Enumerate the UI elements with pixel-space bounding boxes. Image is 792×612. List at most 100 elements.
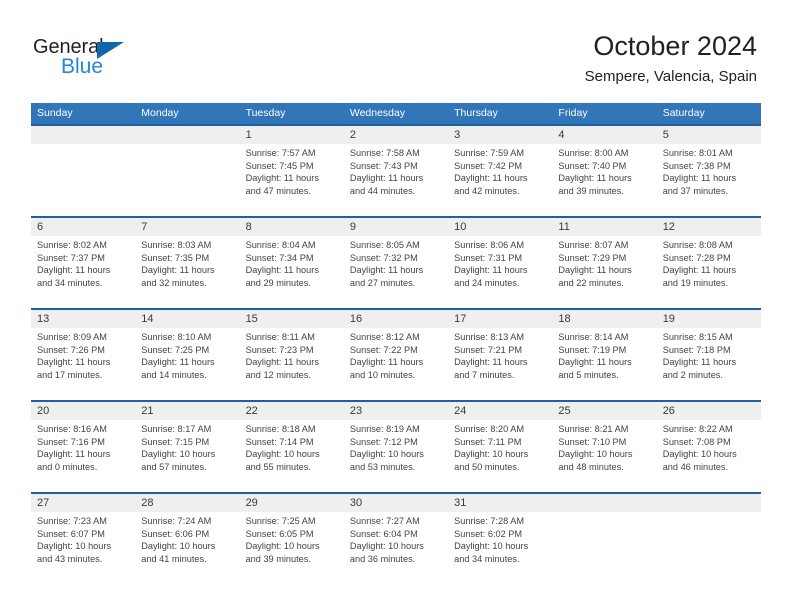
sunrise-text: Sunrise: 8:01 AM [662, 148, 733, 158]
sunset-text: Sunset: 7:40 PM [558, 160, 627, 171]
daylight-text-line2: and 24 minutes. [454, 277, 520, 288]
day-cell[interactable]: 3 Sunrise: 7:59 AM Sunset: 7:42 PM Dayli… [448, 126, 552, 216]
day-cell[interactable]: 12 Sunrise: 8:08 AM Sunset: 7:28 PM Dayl… [657, 218, 761, 308]
page-header: General Blue October 2024 Sempere, Valen… [0, 0, 792, 100]
daylight-text-line1: Daylight: 11 hours [662, 173, 737, 184]
day-cell[interactable]: 24 Sunrise: 8:20 AM Sunset: 7:11 PM Dayl… [448, 402, 552, 492]
sunrise-text: Sunrise: 8:09 AM [37, 332, 107, 342]
day-cell[interactable]: 31 Sunrise: 7:28 AM Sunset: 6:02 PM Dayl… [448, 494, 552, 584]
daylight-text-line1: Daylight: 11 hours [662, 357, 737, 368]
daylight-text-line2: and 7 minutes. [454, 369, 515, 380]
day-number: 30 [349, 497, 363, 509]
day-cell[interactable]: 25 Sunrise: 8:21 AM Sunset: 7:10 PM Dayl… [552, 402, 656, 492]
day-cell[interactable]: 11 Sunrise: 8:07 AM Sunset: 7:29 PM Dayl… [552, 218, 656, 308]
daylight-text-line1: Daylight: 11 hours [141, 357, 215, 368]
day-cell[interactable]: 29 Sunrise: 7:25 AM Sunset: 6:05 PM Dayl… [240, 494, 344, 584]
page-title: October 2024 [593, 31, 757, 61]
day-details: Sunrise: 8:12 AM Sunset: 7:22 PM Dayligh… [350, 331, 448, 381]
day-details: Sunrise: 8:13 AM Sunset: 7:21 PM Dayligh… [454, 331, 552, 381]
day-cell[interactable]: 7 Sunrise: 8:03 AM Sunset: 7:35 PM Dayli… [135, 218, 239, 308]
weekday-header-tuesday: Tuesday [245, 107, 286, 119]
day-cell[interactable]: 22 Sunrise: 8:18 AM Sunset: 7:14 PM Dayl… [240, 402, 344, 492]
sunset-text: Sunset: 6:02 PM [454, 528, 523, 539]
sunset-text: Sunset: 7:22 PM [349, 344, 418, 355]
daylight-text-line1: Daylight: 11 hours [662, 265, 737, 276]
title-block: October 2024 Sempere, Valencia, Spain [585, 30, 757, 86]
sunrise-text: Sunrise: 8:14 AM [558, 332, 629, 342]
day-cell[interactable]: 21 Sunrise: 8:17 AM Sunset: 7:15 PM Dayl… [135, 402, 239, 492]
sunset-text: Sunset: 7:12 PM [349, 436, 418, 447]
sunrise-text: Sunrise: 8:13 AM [454, 332, 525, 342]
day-cell[interactable]: 17 Sunrise: 8:13 AM Sunset: 7:21 PM Dayl… [448, 310, 552, 400]
day-cell[interactable]: 4 Sunrise: 8:00 AM Sunset: 7:40 PM Dayli… [552, 126, 656, 216]
day-cell[interactable]: 6 Sunrise: 8:02 AM Sunset: 7:37 PM Dayli… [31, 218, 135, 308]
day-cell[interactable]: 10 Sunrise: 8:06 AM Sunset: 7:31 PM Dayl… [448, 218, 552, 308]
day-details: Sunrise: 8:01 AM Sunset: 7:38 PM Dayligh… [663, 147, 761, 197]
week-row: 6 Sunrise: 8:02 AM Sunset: 7:37 PM Dayli… [31, 216, 761, 308]
sunrise-text: Sunrise: 7:23 AM [37, 516, 107, 526]
daylight-text-line1: Daylight: 10 hours [37, 541, 112, 552]
day-cell[interactable]: 30 Sunrise: 7:27 AM Sunset: 6:04 PM Dayl… [344, 494, 448, 584]
weekday-header-thursday: Thursday [454, 107, 498, 119]
day-cell[interactable]: 13 Sunrise: 8:09 AM Sunset: 7:26 PM Dayl… [31, 310, 135, 400]
daylight-text-line2: and 19 minutes. [662, 277, 729, 288]
weekday-header-friday: Friday [558, 107, 588, 119]
day-number: 21 [141, 405, 154, 417]
day-number: 16 [349, 313, 363, 325]
day-cell-empty [657, 494, 761, 584]
day-cell[interactable]: 19 Sunrise: 8:15 AM Sunset: 7:18 PM Dayl… [657, 310, 761, 400]
daylight-text-line2: and 27 minutes. [349, 277, 416, 288]
sunrise-text: Sunrise: 7:57 AM [245, 148, 316, 158]
daylight-text-line2: and 0 minutes. [37, 461, 98, 472]
day-cell[interactable]: 28 Sunrise: 7:24 AM Sunset: 6:06 PM Dayl… [135, 494, 239, 584]
day-cell[interactable]: 15 Sunrise: 8:11 AM Sunset: 7:23 PM Dayl… [240, 310, 344, 400]
day-cell[interactable]: 20 Sunrise: 8:16 AM Sunset: 7:16 PM Dayl… [31, 402, 135, 492]
day-details: Sunrise: 8:10 AM Sunset: 7:25 PM Dayligh… [141, 331, 239, 381]
day-cell[interactable]: 14 Sunrise: 8:10 AM Sunset: 7:25 PM Dayl… [135, 310, 239, 400]
day-number: 28 [141, 497, 154, 509]
sunset-text: Sunset: 6:05 PM [245, 528, 314, 539]
day-details: Sunrise: 8:21 AM Sunset: 7:10 PM Dayligh… [558, 423, 656, 473]
day-cell[interactable]: 26 Sunrise: 8:22 AM Sunset: 7:08 PM Dayl… [657, 402, 761, 492]
day-cell[interactable]: 5 Sunrise: 8:01 AM Sunset: 7:38 PM Dayli… [657, 126, 761, 216]
day-number: 20 [37, 405, 50, 417]
sunset-text: Sunset: 7:21 PM [454, 344, 523, 355]
sunset-text: Sunset: 6:06 PM [141, 528, 210, 539]
sunrise-text: Sunrise: 8:04 AM [245, 240, 316, 250]
day-cell[interactable]: 9 Sunrise: 8:05 AM Sunset: 7:32 PM Dayli… [344, 218, 448, 308]
day-cell[interactable]: 16 Sunrise: 8:12 AM Sunset: 7:22 PM Dayl… [344, 310, 448, 400]
day-number: 25 [558, 405, 571, 417]
sunset-text: Sunset: 7:16 PM [37, 436, 105, 447]
daylight-text-line2: and 42 minutes. [454, 185, 520, 196]
day-cell[interactable]: 1 Sunrise: 7:57 AM Sunset: 7:45 PM Dayli… [240, 126, 344, 216]
daylight-text-line2: and 34 minutes. [37, 277, 103, 288]
day-number: 19 [662, 313, 675, 325]
day-number: 29 [245, 497, 258, 509]
daylight-text-line2: and 34 minutes. [454, 553, 520, 564]
daylight-text-line2: and 37 minutes. [662, 185, 729, 196]
sunrise-text: Sunrise: 8:20 AM [454, 424, 525, 434]
daylight-text-line2: and 55 minutes. [245, 461, 311, 472]
day-details: Sunrise: 8:20 AM Sunset: 7:11 PM Dayligh… [454, 423, 552, 473]
day-cell[interactable]: 23 Sunrise: 8:19 AM Sunset: 7:12 PM Dayl… [344, 402, 448, 492]
daylight-text-line1: Daylight: 11 hours [37, 449, 111, 460]
general-blue-logo[interactable]: General Blue [33, 36, 153, 82]
daylight-text-line1: Daylight: 11 hours [558, 265, 632, 276]
sunrise-text: Sunrise: 7:59 AM [454, 148, 525, 158]
day-cell[interactable]: 2 Sunrise: 7:58 AM Sunset: 7:43 PM Dayli… [344, 126, 448, 216]
sunset-text: Sunset: 7:19 PM [558, 344, 627, 355]
day-cell[interactable]: 27 Sunrise: 7:23 AM Sunset: 6:07 PM Dayl… [31, 494, 135, 584]
day-details: Sunrise: 7:59 AM Sunset: 7:42 PM Dayligh… [454, 147, 552, 197]
day-details: Sunrise: 8:04 AM Sunset: 7:34 PM Dayligh… [246, 239, 344, 289]
day-details: Sunrise: 7:24 AM Sunset: 6:06 PM Dayligh… [141, 515, 239, 565]
sunrise-text: Sunrise: 8:16 AM [37, 424, 107, 434]
sunset-text: Sunset: 6:04 PM [349, 528, 418, 539]
daylight-text-line2: and 44 minutes. [349, 185, 416, 196]
sunrise-text: Sunrise: 8:05 AM [349, 240, 420, 250]
week-row: 13 Sunrise: 8:09 AM Sunset: 7:26 PM Dayl… [31, 308, 761, 400]
day-number: 11 [558, 221, 570, 233]
day-cell[interactable]: 8 Sunrise: 8:04 AM Sunset: 7:34 PM Dayli… [240, 218, 344, 308]
day-cell[interactable]: 18 Sunrise: 8:14 AM Sunset: 7:19 PM Dayl… [552, 310, 656, 400]
sunrise-text: Sunrise: 8:02 AM [37, 240, 107, 250]
day-details: Sunrise: 7:27 AM Sunset: 6:04 PM Dayligh… [350, 515, 448, 565]
